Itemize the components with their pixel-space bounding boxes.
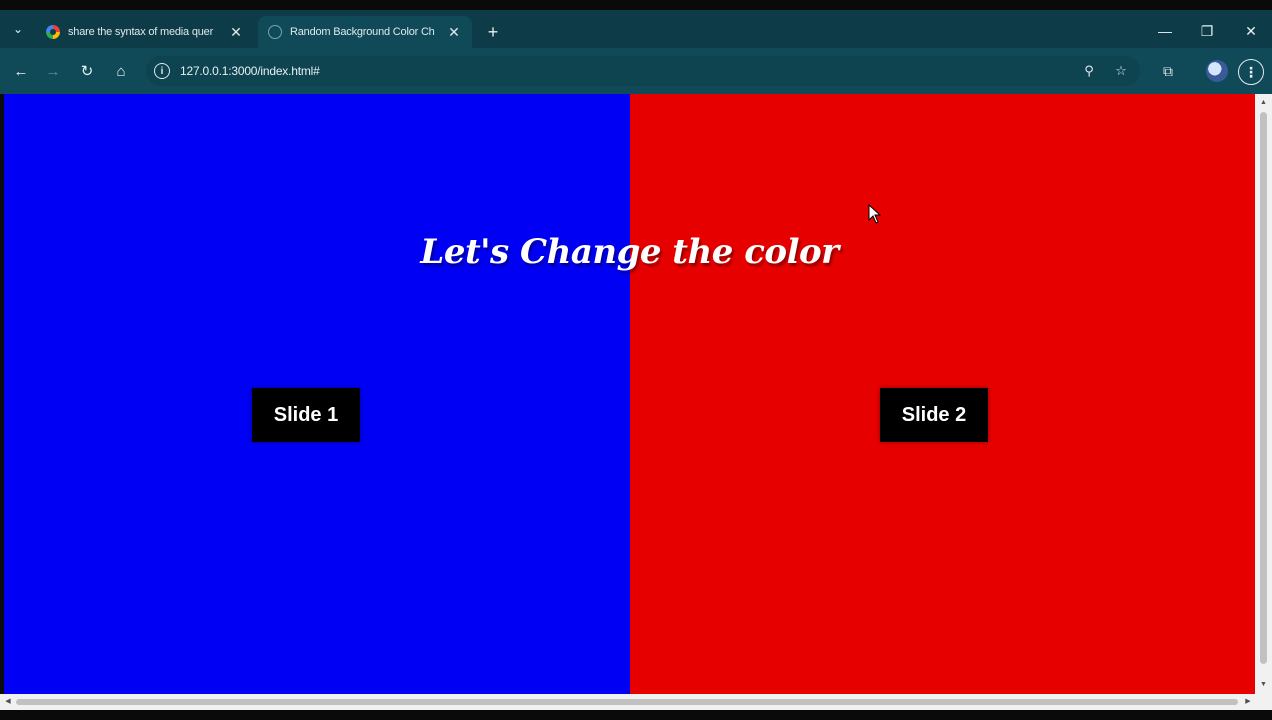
horizontal-scroll-thumb[interactable] [16, 699, 1238, 705]
new-tab-button[interactable]: + [484, 23, 502, 42]
reload-button[interactable]: ↻ [76, 60, 98, 82]
horizontal-scrollbar[interactable]: ◀ ▶ [0, 694, 1272, 710]
google-favicon-icon [46, 25, 60, 39]
bookmark-star-icon[interactable]: ☆ [1112, 62, 1130, 80]
page-viewport: Let's Change the color Slide 1 Slide 2 [4, 94, 1255, 694]
page-headline: Let's Change the color [420, 232, 839, 272]
close-icon[interactable]: ✕ [446, 24, 462, 40]
close-icon[interactable]: ✕ [228, 24, 244, 40]
window-close-button[interactable]: ✕ [1236, 20, 1266, 42]
scroll-up-icon[interactable]: ▲ [1259, 98, 1268, 107]
vertical-scrollbar[interactable]: ▲ ▼ [1255, 94, 1272, 694]
mouse-cursor-icon [868, 204, 882, 224]
home-button[interactable]: ⌂ [110, 60, 132, 82]
forward-button[interactable]: → [42, 60, 64, 82]
vertical-scroll-thumb[interactable] [1260, 112, 1267, 664]
tab-search-button[interactable]: ⌄ [8, 19, 28, 39]
globe-favicon-icon [268, 25, 282, 39]
site-info-icon[interactable]: i [154, 63, 170, 79]
address-bar[interactable]: i 127.0.0.1:3000/index.html# ⚲ ☆ [146, 56, 1140, 86]
browser-menu-button[interactable]: ⋮ [1238, 59, 1264, 85]
back-button[interactable]: ← [10, 60, 32, 82]
slide-2-button[interactable]: Slide 2 [880, 388, 988, 442]
tab-media-query[interactable]: share the syntax of media quer ✕ [36, 16, 254, 48]
minimize-button[interactable]: — [1150, 20, 1180, 42]
slide-1-button[interactable]: Slide 1 [252, 388, 360, 442]
tab-random-bg-color[interactable]: Random Background Color Ch ✕ [258, 16, 472, 48]
top-letterbox [0, 0, 1272, 10]
scroll-right-icon[interactable]: ▶ [1243, 697, 1253, 707]
profile-avatar[interactable] [1206, 60, 1228, 82]
browser-toolbar: ← → ↻ ⌂ i 127.0.0.1:3000/index.html# ⚲ ☆… [0, 48, 1272, 94]
scroll-down-icon[interactable]: ▼ [1259, 680, 1268, 689]
restore-button[interactable]: ❐ [1192, 20, 1222, 42]
scroll-left-icon[interactable]: ◀ [3, 697, 13, 707]
bottom-letterbox [0, 710, 1272, 720]
tab-title: share the syntax of media quer [68, 26, 214, 38]
url-text[interactable]: 127.0.0.1:3000/index.html# [180, 64, 320, 78]
tab-strip: ⌄ share the syntax of media quer ✕ Rando… [0, 10, 1272, 48]
extensions-icon[interactable]: ⧉ [1157, 60, 1179, 82]
tab-title: Random Background Color Ch [290, 26, 435, 38]
zoom-icon[interactable]: ⚲ [1080, 62, 1098, 80]
